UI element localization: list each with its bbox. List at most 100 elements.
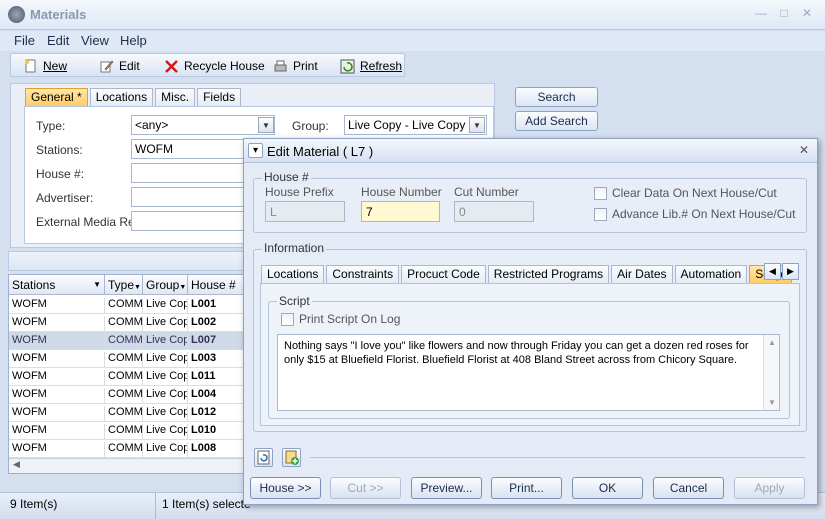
tab-misc[interactable]: Misc. [155,88,196,106]
type-dropdown-icon[interactable]: ▼ [258,117,274,133]
group-select[interactable]: Live Copy - Live Copy [344,115,487,135]
table-row[interactable]: WOFMCOMMELive CopL007 [9,332,249,350]
edit-button[interactable]: Edit [99,57,140,75]
type-select[interactable]: <any> [131,115,275,135]
app-icon [8,6,25,23]
dialog-menu-icon[interactable]: ▾ [248,143,263,158]
cell-type: COMME [105,388,143,404]
stations-label: Stations: [36,143,83,157]
tab-restricted-programs[interactable]: Restricted Programs [487,265,610,283]
minimize-button[interactable]: — [752,6,770,22]
preview-button[interactable]: Preview... [411,477,482,499]
stations-input[interactable]: WOFM [131,139,251,159]
new-button[interactable]: New [23,57,67,75]
add-material-button[interactable] [282,448,301,467]
column-type[interactable]: Type▼ [105,275,143,295]
clear-data-check-box[interactable] [594,186,607,200]
tab-locations[interactable]: Locations [89,88,154,106]
cell-station: WOFM [9,298,105,314]
dialog-close-button[interactable]: ✕ [799,143,809,157]
printer-icon [274,60,287,71]
tab-fields[interactable]: Fields [197,88,242,106]
cell-house: L011 [188,370,249,386]
cell-group: Live Cop [143,316,188,332]
cell-station: WOFM [9,370,105,386]
column-stations[interactable]: Stations ▼ [9,275,105,295]
tab-general[interactable]: General * [25,88,88,106]
maximize-button[interactable]: □ [775,6,793,22]
group-dropdown-icon[interactable]: ▼ [469,117,485,133]
tab-air-dates[interactable]: Air Dates [611,265,673,283]
cell-house: L001 [188,298,249,314]
advertiser-input[interactable] [131,187,251,207]
menu-bar: File Edit View Help [0,31,825,51]
table-row[interactable]: WOFMCOMMELive CopL010 [9,422,249,440]
cut-next-button[interactable]: Cut >> [330,477,401,499]
print-button[interactable]: Print [273,57,318,75]
recycle-house-button[interactable]: Recycle House [164,57,265,75]
scroll-up-icon[interactable]: ▲ [768,338,776,347]
house-next-button[interactable]: House >> [250,477,321,499]
table-row[interactable]: WOFMCOMMELive CopL002 [9,314,249,332]
cell-type: COMME [105,370,143,386]
menu-edit[interactable]: Edit [47,33,69,48]
cell-house: L003 [188,352,249,368]
house-number-input[interactable]: 7 [361,201,440,222]
house-group-label: House # [262,170,311,184]
information-group-label: Information [262,241,327,255]
table-row[interactable]: WOFMCOMMELive CopL003 [9,350,249,368]
print-script-check-box[interactable] [281,312,294,326]
clear-data-checkbox[interactable]: Clear Data On Next House/Cut [594,186,777,200]
cancel-button[interactable]: Cancel [653,477,724,499]
tab-product-code[interactable]: Procuct Code [401,265,486,283]
advance-lib-checkbox[interactable]: Advance Lib.# On Next House/Cut [594,207,795,221]
add-search-button[interactable]: Add Search [515,111,598,131]
table-row[interactable]: WOFMCOMMELive CopL004 [9,386,249,404]
refresh-material-button[interactable] [254,448,273,467]
table-row[interactable]: WOFMCOMMELive CopL011 [9,368,249,386]
apply-button[interactable]: Apply [734,477,805,499]
tab-material-locations[interactable]: Locations [261,265,325,283]
column-group[interactable]: Group▼ [143,275,188,295]
script-scrollbar[interactable]: ▲ ▼ [763,335,779,410]
cell-group: Live Cop [143,442,188,458]
menu-file[interactable]: File [14,33,35,48]
search-button[interactable]: Search [515,87,598,107]
menu-view[interactable]: View [81,33,109,48]
materials-grid: Stations▼ Type▼ Group▼ House # WOFMCOMME… [8,274,250,474]
house-input[interactable] [131,163,251,183]
tab-automation[interactable]: Automation [674,265,748,283]
refresh-icon [257,450,270,465]
tab-scroll-left-icon[interactable]: ◀ [764,263,781,280]
ok-button[interactable]: OK [572,477,643,499]
house-number-label: House Number [361,185,442,199]
tab-scroll-right-icon[interactable]: ▶ [782,263,799,280]
scroll-down-icon[interactable]: ▼ [768,398,776,407]
toolbar: New Edit Recycle House Print Refresh [10,53,405,77]
advance-lib-check-box[interactable] [594,207,607,221]
external-media-ref-input[interactable] [131,211,251,231]
dialog-title: Edit Material ( L7 ) [267,144,374,159]
tab-constraints[interactable]: Constraints [326,265,400,283]
table-row[interactable]: WOFMCOMMELive CopL008 [9,440,249,458]
cell-group: Live Cop [143,334,188,350]
grid-header: Stations ▼ Type▼ Group▼ House # [9,275,249,295]
cell-group: Live Cop [143,352,188,368]
add-document-icon [285,450,299,465]
close-button[interactable]: ✕ [798,6,816,22]
refresh-button[interactable]: Refresh [340,57,402,75]
menu-help[interactable]: Help [120,33,147,48]
scroll-left-icon[interactable]: ◀ [13,459,20,470]
print-material-button[interactable]: Print... [491,477,562,499]
cell-type: COMME [105,406,143,422]
table-row[interactable]: WOFMCOMMELive CopL012 [9,404,249,422]
cell-house: L010 [188,424,249,440]
table-row[interactable]: WOFMCOMMELive CopL001 [9,296,249,314]
script-group-label: Script [277,294,312,308]
grid-horizontal-scrollbar[interactable]: ◀ [9,458,249,473]
script-textarea[interactable]: Nothing says "I love you" like flowers a… [277,334,780,411]
column-house[interactable]: House # [188,275,249,295]
print-script-checkbox[interactable]: Print Script On Log [281,312,400,326]
cell-type: COMME [105,334,143,350]
house-label: House #: [36,167,85,181]
